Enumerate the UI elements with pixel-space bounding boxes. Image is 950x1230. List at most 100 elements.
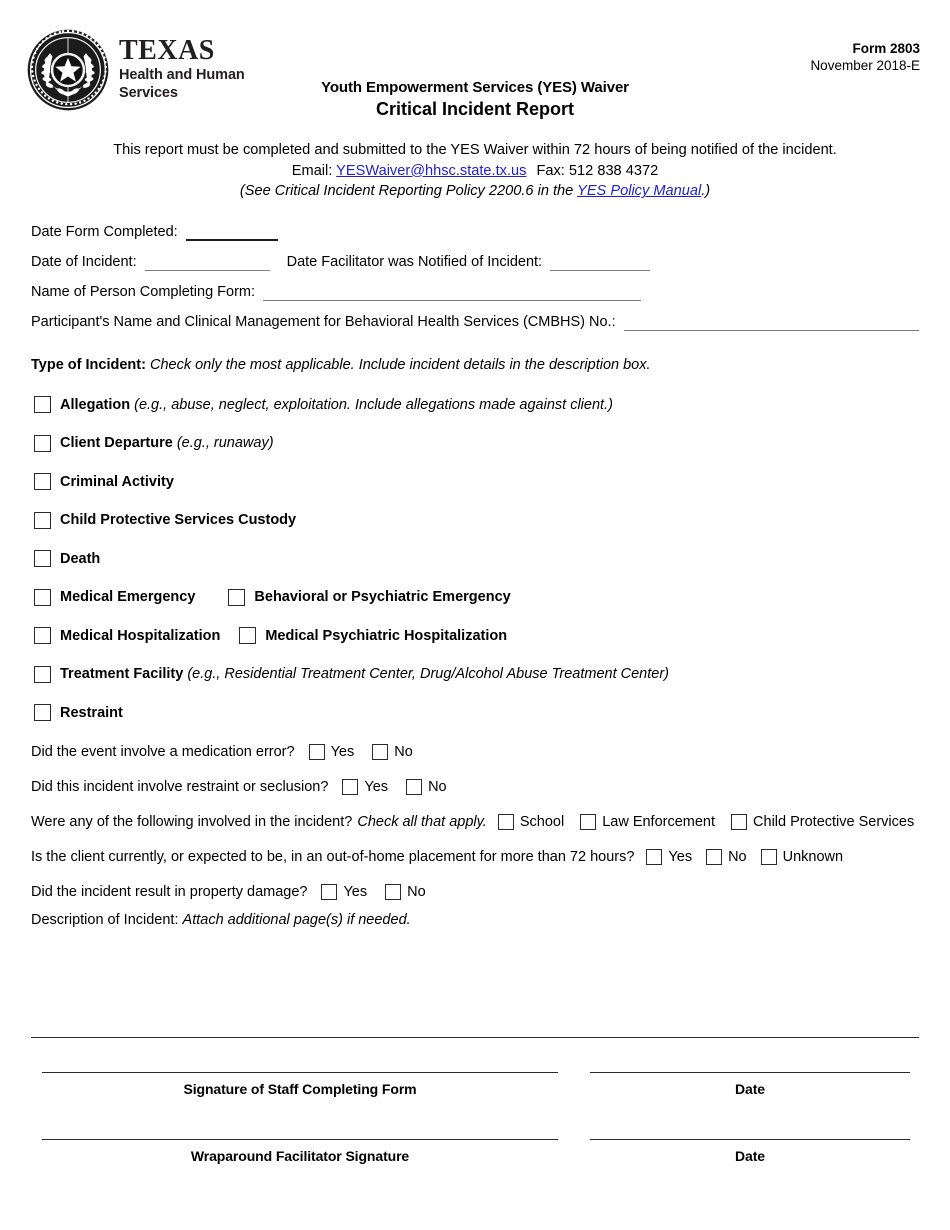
- date-form-completed-input[interactable]: [185, 224, 278, 242]
- checkbox-death[interactable]: [34, 550, 51, 568]
- checkbox-cps-custody[interactable]: [34, 511, 51, 529]
- email-prefix-label: Email:: [291, 162, 333, 179]
- signature-field-staff[interactable]: Signature of Staff Completing Form: [42, 1072, 558, 1097]
- field-row-participant: Participant's Name and Clinical Manageme…: [31, 314, 919, 332]
- option-involved-school[interactable]: School: [497, 814, 565, 831]
- signature-caption-facilitator: Wraparound Facilitator Signature: [190, 1148, 410, 1164]
- form-page: TEXAS Health and Human Services Form 280…: [0, 0, 950, 1230]
- date-form-completed-label: Date Form Completed:: [31, 224, 178, 241]
- signature-line-staff: [42, 1072, 558, 1073]
- question-label-property-damage: Did the incident result in property dama…: [31, 884, 308, 901]
- checkbox-label-treatment-facility: Treatment Facility (e.g., Residential Tr…: [60, 666, 669, 683]
- date-field-staff[interactable]: Date: [590, 1072, 910, 1097]
- title-block: Youth Empowerment Services (YES) Waiver …: [0, 79, 950, 120]
- fax-label: Fax: 512 838 4372: [536, 162, 659, 179]
- option-restraint-seclusion-no[interactable]: No: [406, 779, 447, 796]
- option-restraint-seclusion-yes[interactable]: Yes: [342, 779, 388, 796]
- description-bottom-divider: [31, 1037, 919, 1038]
- question-row-medication-error: Did the event involve a medication error…: [31, 744, 950, 761]
- option-label-out-of-home-yes: Yes: [668, 849, 693, 866]
- policy-reference-suffix: .): [701, 183, 711, 200]
- date-caption-facilitator: Date: [735, 1148, 765, 1164]
- option-involved-law-enforcement[interactable]: Law Enforcement: [580, 814, 715, 831]
- checkbox-medical-hospitalization[interactable]: [34, 627, 51, 645]
- checkbox-criminal-activity[interactable]: [34, 473, 51, 491]
- checkbox-involved-law-enforcement[interactable]: [580, 814, 597, 831]
- description-label: Description of Incident:: [31, 912, 179, 929]
- checkbox-medication-error-no[interactable]: [372, 744, 389, 761]
- question-label-restraint-seclusion: Did this incident involve restraint or s…: [31, 779, 329, 796]
- checkbox-client-departure[interactable]: [34, 434, 51, 452]
- incident-questions: Did the event involve a medication error…: [0, 744, 950, 901]
- checkbox-property-damage-no[interactable]: [385, 884, 402, 901]
- checkbox-row-death: Death: [34, 547, 950, 570]
- checkbox-note-allegation: (e.g., abuse, neglect, exploitation. Inc…: [134, 396, 613, 413]
- policy-reference-italic: (See Critical Incident Reporting: [239, 183, 442, 200]
- checkbox-involved-cps[interactable]: [731, 814, 748, 831]
- field-row-incident-dates: Date of Incident: Date Facilitator was N…: [31, 254, 919, 272]
- checkbox-allegation[interactable]: [34, 396, 51, 414]
- option-out-of-home-no[interactable]: No: [706, 849, 747, 866]
- checkbox-medical-emergency[interactable]: [34, 588, 51, 606]
- date-field-facilitator[interactable]: Date: [590, 1139, 910, 1164]
- checkbox-note-client-departure: (e.g., runaway): [176, 435, 274, 452]
- question-instruction-involved-parties: Check all that apply.: [357, 814, 487, 831]
- checkbox-restraint-seclusion-yes[interactable]: [342, 779, 359, 796]
- checkbox-out-of-home-yes[interactable]: [646, 849, 663, 866]
- date-facilitator-notified-input[interactable]: [550, 254, 651, 272]
- form-header: TEXAS Health and Human Services Form 280…: [0, 0, 950, 120]
- checkbox-label-cps-custody: Child Protective Services Custody: [60, 512, 297, 529]
- signature-caption-staff: Signature of Staff Completing Form: [183, 1081, 417, 1097]
- date-line-staff: [590, 1072, 910, 1073]
- checkbox-label-allegation: Allegation (e.g., abuse, neglect, exploi…: [60, 396, 613, 413]
- type-of-incident-instruction: Check only the most applicable. Include …: [149, 357, 651, 374]
- description-input-area[interactable]: [31, 936, 919, 1036]
- option-label-out-of-home-unknown: Unknown: [782, 849, 844, 866]
- option-label-medication-error-yes: Yes: [330, 744, 355, 761]
- option-label-out-of-home-no: No: [728, 849, 747, 866]
- option-involved-cps[interactable]: Child Protective Services: [731, 814, 914, 831]
- question-label-medication-error: Did the event involve a medication error…: [31, 744, 295, 761]
- participant-input[interactable]: [623, 314, 919, 332]
- description-instruction: Attach additional page(s) if needed.: [182, 912, 411, 929]
- checkbox-row-allegation: Allegation (e.g., abuse, neglect, exploi…: [34, 393, 950, 416]
- checkbox-medication-error-yes[interactable]: [308, 744, 325, 761]
- checkbox-label-medical-hospitalization: Medical Hospitalization: [60, 627, 221, 644]
- checkbox-treatment-facility[interactable]: [34, 665, 51, 683]
- option-label-restraint-seclusion-no: No: [428, 779, 447, 796]
- page-title: Critical Incident Report: [375, 99, 575, 119]
- checkbox-label-criminal-activity: Criminal Activity: [60, 473, 174, 490]
- option-medication-error-no[interactable]: No: [372, 744, 413, 761]
- checkbox-property-damage-yes[interactable]: [321, 884, 338, 901]
- date-of-incident-label: Date of Incident:: [31, 254, 137, 271]
- email-link[interactable]: YESWaiver@hhsc.state.tx.us: [336, 163, 526, 179]
- checkbox-label-medical-emergency: Medical Emergency: [60, 589, 196, 606]
- option-out-of-home-yes[interactable]: Yes: [646, 849, 693, 866]
- option-medication-error-yes[interactable]: Yes: [308, 744, 355, 761]
- option-label-involved-school: School: [519, 814, 565, 831]
- type-of-incident-heading: Type of Incident: Check only the most ap…: [0, 357, 950, 373]
- checkbox-restraint-seclusion-no[interactable]: [406, 779, 423, 796]
- date-line-facilitator: [590, 1139, 910, 1140]
- checkbox-restraint[interactable]: [34, 704, 51, 722]
- checkbox-involved-school[interactable]: [497, 814, 514, 831]
- signature-block-staff: Signature of Staff Completing Form Date: [0, 1072, 950, 1097]
- yes-policy-manual-link[interactable]: YES Policy Manual: [577, 183, 701, 199]
- option-label-property-damage-yes: Yes: [343, 884, 368, 901]
- type-of-incident-checkbox-list: Allegation (e.g., abuse, neglect, exploi…: [0, 393, 950, 724]
- checkbox-out-of-home-no[interactable]: [706, 849, 723, 866]
- checkbox-behavioral-psychiatric-emergency[interactable]: [228, 588, 246, 606]
- checkbox-label-death: Death: [60, 550, 101, 567]
- name-person-completing-input[interactable]: [263, 284, 642, 302]
- question-row-involved-parties: Were any of the following involved in th…: [31, 814, 950, 831]
- option-property-damage-yes[interactable]: Yes: [321, 884, 368, 901]
- checkbox-medical-psychiatric-hospitalization[interactable]: [239, 627, 257, 645]
- checkbox-out-of-home-unknown[interactable]: [760, 849, 777, 866]
- option-out-of-home-unknown[interactable]: Unknown: [760, 849, 844, 866]
- checkbox-row-cps-custody: Child Protective Services Custody: [34, 509, 950, 532]
- option-property-damage-no[interactable]: No: [385, 884, 426, 901]
- signature-field-facilitator[interactable]: Wraparound Facilitator Signature: [42, 1139, 558, 1164]
- option-label-property-damage-no: No: [407, 884, 426, 901]
- date-of-incident-input[interactable]: [144, 254, 270, 272]
- checkbox-row-treatment-facility: Treatment Facility (e.g., Residential Tr…: [34, 663, 950, 686]
